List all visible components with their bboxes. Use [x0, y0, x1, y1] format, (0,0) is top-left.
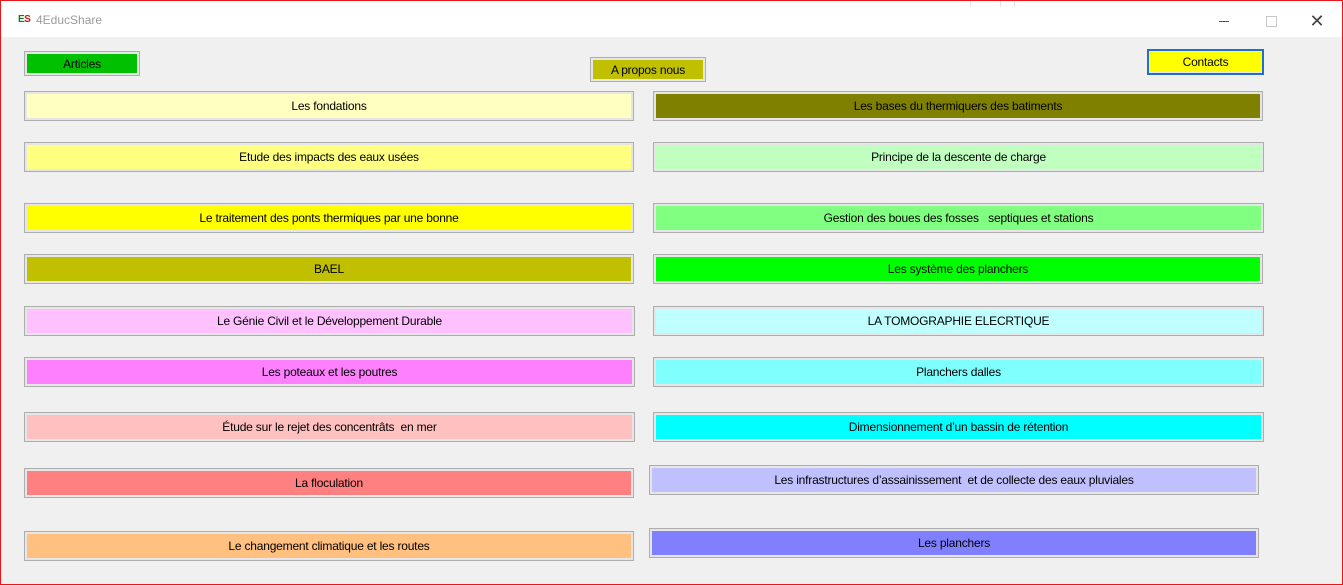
article-button-floculation[interactable]: La floculation	[24, 468, 634, 498]
button-label: Les fondations	[27, 94, 631, 118]
minimize-icon	[1219, 20, 1229, 22]
article-button-impacts-eaux-usees[interactable]: Etude des impacts des eaux usées	[24, 142, 634, 172]
about-us-button[interactable]: A propos nous	[590, 57, 706, 82]
app-logo-icon: ES	[18, 14, 31, 25]
maximize-icon	[1265, 15, 1277, 27]
article-button-bases-thermiques[interactable]: Les bases du thermiquers des batiments	[653, 91, 1263, 121]
button-label: BAEL	[27, 257, 631, 281]
article-button-bael[interactable]: BAEL	[24, 254, 634, 284]
button-label: A propos nous	[593, 60, 703, 79]
button-label: Contacts	[1150, 52, 1261, 72]
button-label: Le traitement des ponts thermiques par u…	[27, 206, 631, 230]
button-label: Étude sur le rejet des concentrâts en me…	[27, 415, 632, 439]
article-button-bassin-de-retention[interactable]: Dimensionnement d’un bassin de rétention	[653, 412, 1264, 442]
button-label: Le Génie Civil et le Développement Durab…	[27, 309, 632, 333]
minimize-button[interactable]	[1201, 7, 1247, 35]
window-title: 4EducShare	[36, 13, 103, 27]
button-label: Principe de la descente de charge	[656, 145, 1261, 169]
divider	[1014, 1, 1015, 7]
button-label: Gestion des boues des fosses septiques e…	[656, 206, 1261, 230]
button-label: Etude des impacts des eaux usées	[27, 145, 631, 169]
maximize-button[interactable]	[1248, 7, 1294, 35]
article-button-descente-de-charge[interactable]: Principe de la descente de charge	[653, 142, 1264, 172]
button-label: LA TOMOGRAPHIE ELECRTIQUE	[656, 309, 1261, 333]
button-label: Les infrastructures d’assainissement et …	[652, 468, 1256, 492]
button-label: Les poteaux et les poutres	[27, 360, 632, 384]
button-label: Articles	[27, 54, 137, 73]
app-window: ES 4EducShare ✕ Articles A propos nous C…	[0, 0, 1343, 585]
article-button-poteaux-poutres[interactable]: Les poteaux et les poutres	[24, 357, 635, 387]
divider	[1000, 1, 1001, 7]
article-button-genie-civil[interactable]: Le Génie Civil et le Développement Durab…	[24, 306, 635, 336]
contacts-button[interactable]: Contacts	[1147, 49, 1264, 75]
article-button-les-planchers[interactable]: Les planchers	[649, 528, 1259, 558]
article-button-infrastructures-assainissement[interactable]: Les infrastructures d’assainissement et …	[649, 465, 1259, 495]
button-label: Planchers dalles	[656, 360, 1261, 384]
articles-button[interactable]: Articles	[24, 51, 140, 76]
title-bar[interactable]: ES 4EducShare ✕	[1, 1, 1342, 37]
article-button-rejet-concentrats[interactable]: Étude sur le rejet des concentrâts en me…	[24, 412, 635, 442]
button-label: Les planchers	[652, 531, 1256, 555]
article-button-planchers-dalles[interactable]: Planchers dalles	[653, 357, 1264, 387]
article-button-les-fondations[interactable]: Les fondations	[24, 91, 634, 121]
article-button-gestion-des-boues[interactable]: Gestion des boues des fosses septiques e…	[653, 203, 1264, 233]
button-label: La floculation	[27, 471, 631, 495]
button-label: Le changement climatique et les routes	[27, 534, 631, 558]
article-button-ponts-thermiques[interactable]: Le traitement des ponts thermiques par u…	[24, 203, 634, 233]
article-button-changement-climatique[interactable]: Le changement climatique et les routes	[24, 531, 634, 561]
button-label: Dimensionnement d’un bassin de rétention	[656, 415, 1261, 439]
button-label: Les système des planchers	[656, 257, 1260, 281]
article-button-systeme-planchers[interactable]: Les système des planchers	[653, 254, 1263, 284]
article-button-tomographie[interactable]: LA TOMOGRAPHIE ELECRTIQUE	[653, 306, 1264, 336]
close-button[interactable]: ✕	[1294, 7, 1340, 35]
button-label: Les bases du thermiquers des batiments	[656, 94, 1260, 118]
divider	[970, 1, 971, 7]
close-icon: ✕	[1309, 11, 1325, 31]
